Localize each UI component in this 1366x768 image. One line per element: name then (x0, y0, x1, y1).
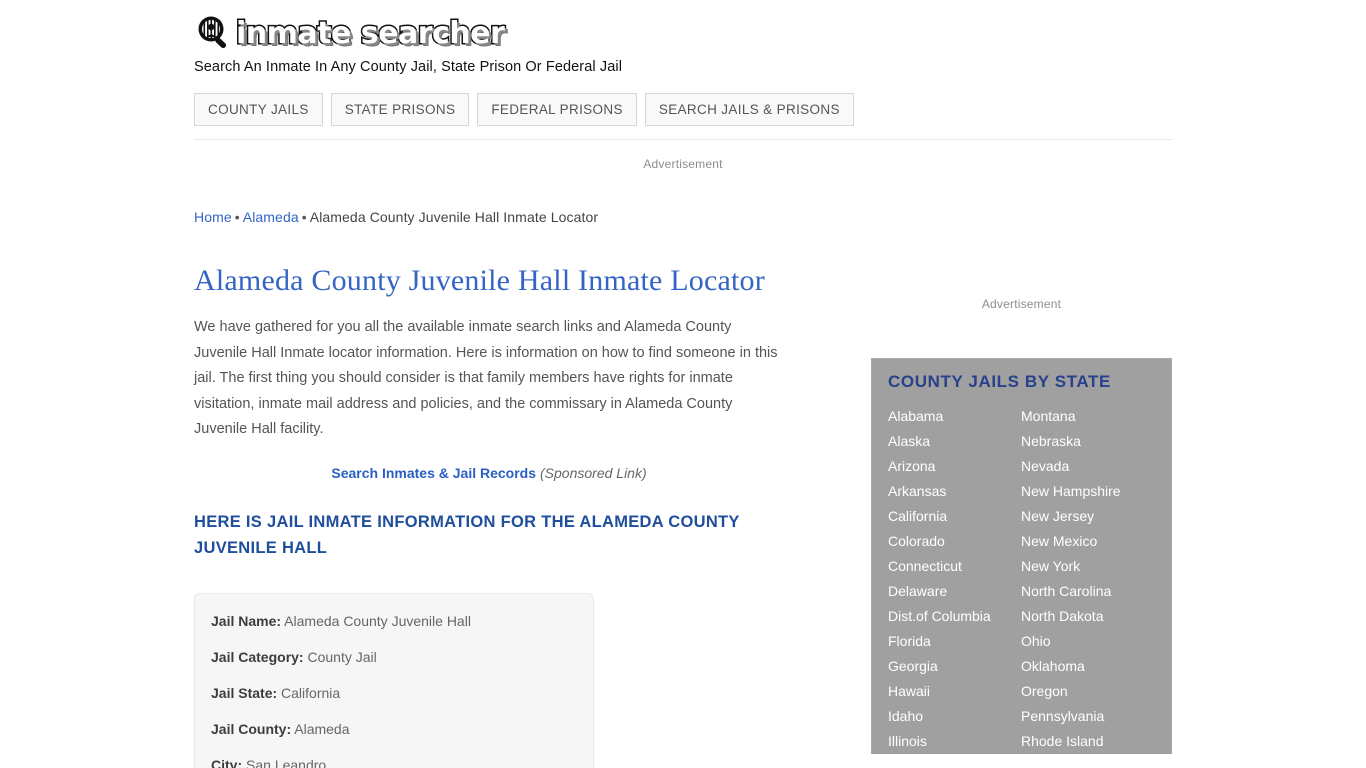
nav-divider (194, 139, 1172, 140)
nav-item-search-jails-prisons[interactable]: SEARCH JAILS & PRISONS (644, 93, 854, 126)
nav-item-federal-prisons[interactable]: FEDERAL PRISONS (477, 93, 637, 126)
info-label: City: (211, 756, 243, 768)
ad-slot-top: Advertisement (194, 157, 1172, 171)
breadcrumb-home[interactable]: Home (194, 209, 232, 225)
state-link-north-dakota[interactable]: North Dakota (1021, 604, 1155, 629)
state-link-alabama[interactable]: Alabama (888, 404, 1021, 429)
jail-info-box: Jail Name: Alameda County Juvenile Hall … (194, 592, 594, 768)
states-widget-title: COUNTY JAILS BY STATE (888, 372, 1111, 391)
ad-slot-right: Advertisement (871, 297, 1172, 311)
primary-nav: COUNTY JAILS STATE PRISONS FEDERAL PRISO… (194, 93, 1172, 126)
content-container: inmate searcher Search An Inmate In Any … (194, 0, 1172, 768)
breadcrumb-separator-1: • (234, 209, 240, 225)
state-link-georgia[interactable]: Georgia (888, 654, 1021, 679)
info-value: California (281, 684, 341, 701)
state-link-florida[interactable]: Florida (888, 629, 1021, 654)
state-link-new-jersey[interactable]: New Jersey (1021, 504, 1155, 529)
info-row-city: City: San Leandro (211, 756, 577, 768)
state-link-california[interactable]: California (888, 504, 1021, 529)
sponsored-note: (Sponsored Link) (540, 464, 647, 481)
breadcrumb-county[interactable]: Alameda (243, 209, 299, 225)
site-header: inmate searcher Search An Inmate In Any … (194, 0, 1172, 76)
info-row-jail-name: Jail Name: Alameda County Juvenile Hall (211, 612, 577, 630)
info-value: County Jail (307, 648, 377, 665)
state-link-alaska[interactable]: Alaska (888, 429, 1021, 454)
breadcrumb-current: Alameda County Juvenile Hall Inmate Loca… (309, 209, 599, 225)
state-link-connecticut[interactable]: Connecticut (888, 554, 1021, 579)
state-link-north-carolina[interactable]: North Carolina (1021, 579, 1155, 604)
info-row-jail-county: Jail County: Alameda (211, 720, 577, 738)
nav-item-county-jails[interactable]: COUNTY JAILS (194, 93, 323, 126)
state-link-hawaii[interactable]: Hawaii (888, 679, 1021, 704)
state-link-arkansas[interactable]: Arkansas (888, 479, 1021, 504)
state-link-arizona[interactable]: Arizona (888, 454, 1021, 479)
main-column: Home • Alameda • Alameda County Juvenile Hal… (194, 209, 814, 768)
state-link-illinois[interactable]: Illinois (888, 729, 1021, 754)
state-link-montana[interactable]: Montana (1021, 404, 1155, 429)
state-link-dist-of-columbia[interactable]: Dist.of Columbia (888, 604, 1021, 629)
state-link-nebraska[interactable]: Nebraska (1021, 429, 1155, 454)
sponsored-link[interactable]: Search Inmates & Jail Records (331, 465, 536, 481)
state-link-nevada[interactable]: Nevada (1021, 454, 1155, 479)
state-link-rhode-island[interactable]: Rhode Island (1021, 729, 1155, 754)
right-column: Advertisement COUNTY JAILS BY STATE Alab… (871, 209, 1172, 754)
state-link-oklahoma[interactable]: Oklahoma (1021, 654, 1155, 679)
county-jails-by-state-widget: COUNTY JAILS BY STATE Alabama Montana Al… (871, 358, 1172, 754)
logo-text: inmate searcher (234, 15, 506, 53)
state-link-new-mexico[interactable]: New Mexico (1021, 529, 1155, 554)
state-link-idaho[interactable]: Idaho (888, 704, 1021, 729)
magnifier-jail-icon (194, 14, 234, 54)
state-link-delaware[interactable]: Delaware (888, 579, 1021, 604)
states-grid: Alabama Montana Alaska Nebraska Arizona … (888, 404, 1155, 754)
info-value: Alameda (294, 720, 350, 737)
info-label: Jail Name: (211, 612, 282, 629)
info-label: Jail State: (211, 684, 278, 701)
info-row-jail-category: Jail Category: County Jail (211, 648, 577, 666)
state-link-colorado[interactable]: Colorado (888, 529, 1021, 554)
state-link-pennsylvania[interactable]: Pennsylvania (1021, 704, 1155, 729)
info-value: San Leandro (246, 756, 327, 768)
sponsored-link-row: Search Inmates & Jail Records (Sponsored … (194, 465, 784, 481)
section-title: HERE IS JAIL INMATE INFORMATION FOR THE … (194, 512, 740, 557)
site-tagline: Search An Inmate In Any County Jail, Sta… (194, 59, 623, 75)
intro-paragraph: We have gathered for you all the availab… (194, 319, 778, 437)
breadcrumb-separator-2: • (301, 209, 307, 225)
breadcrumb: Home • Alameda • Alameda County Juvenile Hal… (194, 209, 814, 225)
info-label: Jail County: (211, 720, 292, 737)
ad-top-label: Advertisement (643, 157, 723, 171)
nav-item-state-prisons[interactable]: STATE PRISONS (330, 93, 470, 126)
page-root: inmate searcher Search An Inmate In Any … (0, 0, 1366, 768)
state-link-new-york[interactable]: New York (1021, 554, 1155, 579)
logo[interactable]: inmate searcher (194, 12, 1172, 56)
content-columns: Home • Alameda • Alameda County Juvenile Hal… (194, 209, 1172, 768)
state-link-oregon[interactable]: Oregon (1021, 679, 1155, 704)
state-link-new-hampshire[interactable]: New Hampshire (1021, 479, 1155, 504)
info-row-jail-state: Jail State: California (211, 684, 577, 702)
ad-right-label: Advertisement (981, 297, 1062, 311)
state-link-ohio[interactable]: Ohio (1021, 629, 1155, 654)
info-label: Jail Category: (211, 648, 304, 665)
page-title: Alameda County Juvenile Hall Inmate Loca… (194, 264, 765, 297)
info-value: Alameda County Juvenile Hall (284, 612, 471, 629)
